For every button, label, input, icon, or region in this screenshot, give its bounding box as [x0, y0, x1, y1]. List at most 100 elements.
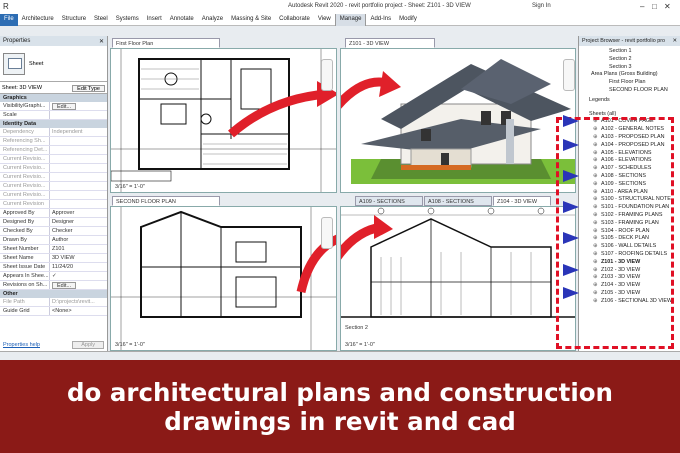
property-name: Sheet Issue Date — [0, 263, 50, 271]
tab-z104-3d-view[interactable]: Z104 - 3D VIEW — [493, 196, 551, 206]
property-value[interactable] — [50, 173, 107, 181]
close-icon[interactable]: ✕ — [664, 2, 671, 11]
property-value[interactable]: 3D VIEW — [50, 254, 107, 262]
building-section-drawing — [327, 207, 575, 318]
property-row[interactable]: Drawn By Author — [0, 236, 107, 245]
property-row[interactable]: Sheet Issue Date 11/24/20 — [0, 263, 107, 272]
property-value[interactable]: ✓ — [50, 272, 107, 280]
property-value[interactable] — [50, 164, 107, 172]
property-row[interactable]: Dependency Independent — [0, 128, 107, 137]
3d-view[interactable] — [327, 48, 576, 193]
browser-item-area-plans[interactable]: Area Plans (Gross Building) — [591, 71, 658, 77]
property-row[interactable]: Designed By Designer — [0, 218, 107, 227]
property-value[interactable] — [50, 137, 107, 145]
group-graphics[interactable]: Graphics — [0, 94, 107, 102]
section-view[interactable]: Section 2 3/16" = 1'-0" — [327, 206, 576, 351]
property-row[interactable]: Current Revisio... — [0, 182, 107, 191]
tab-a108-sections[interactable]: A108 - SECTIONS — [424, 196, 492, 206]
property-row[interactable]: Checked By Checker — [0, 227, 107, 236]
property-row[interactable]: Scale — [0, 111, 107, 120]
property-row[interactable]: Revisions on Sh... Edit... — [0, 281, 107, 290]
property-value[interactable]: Z101 — [50, 245, 107, 253]
tab-systems[interactable]: Systems — [112, 14, 143, 26]
close-icon[interactable]: ✕ — [99, 38, 104, 45]
property-value[interactable]: Author — [50, 236, 107, 244]
property-value[interactable]: 11/24/20 — [50, 263, 107, 271]
type-selector[interactable]: Sheet: 3D VIEW — [2, 85, 42, 91]
tab-architecture[interactable]: Architecture — [18, 14, 58, 26]
edit-button[interactable]: Edit... — [52, 103, 77, 110]
tab-insert[interactable]: Insert — [143, 14, 166, 26]
browser-item-section[interactable]: Section 2 — [609, 56, 631, 62]
apply-button[interactable]: Apply — [72, 341, 104, 349]
property-value[interactable] — [50, 182, 107, 190]
properties-help-link[interactable]: Properties help — [3, 342, 40, 348]
property-value[interactable] — [50, 191, 107, 199]
property-row[interactable]: Current Revisio... — [0, 155, 107, 164]
second-floor-plan-view[interactable]: 3/16" = 1'-0" — [110, 206, 345, 351]
tab-second-floor-plan[interactable]: SECOND FLOOR PLAN — [112, 196, 220, 206]
property-value[interactable]: Independent — [50, 128, 107, 136]
property-row[interactable]: Current Revisio... — [0, 164, 107, 173]
group-other[interactable]: Other — [0, 290, 107, 298]
property-value[interactable]: Designer — [50, 218, 107, 226]
property-value[interactable]: Checker — [50, 227, 107, 235]
sign-in-button[interactable]: Sign In — [532, 3, 551, 9]
tab-massing-site[interactable]: Massing & Site — [227, 14, 275, 26]
property-row[interactable]: Current Revisio... — [0, 191, 107, 200]
navigation-bar[interactable] — [563, 59, 575, 91]
property-row[interactable]: Current Revision — [0, 200, 107, 209]
first-floor-plan-view[interactable]: 3/16" = 1'-0" — [110, 48, 339, 193]
property-row[interactable]: Current Revisio... — [0, 173, 107, 182]
property-value[interactable]: <None> — [50, 307, 107, 315]
tab-a109-sections[interactable]: A109 - SECTIONS — [355, 196, 423, 206]
tab-manage[interactable]: Manage — [334, 14, 367, 26]
property-value[interactable] — [50, 200, 107, 208]
edit-type-button[interactable]: Edit Type — [72, 84, 105, 92]
property-row[interactable]: Referencing Sh... — [0, 137, 107, 146]
browser-item-area-plan[interactable]: SECOND FLOOR PLAN — [609, 87, 668, 93]
property-row[interactable]: Sheet Name 3D VIEW — [0, 254, 107, 263]
browser-item-legends[interactable]: Legends — [589, 97, 610, 103]
property-row[interactable]: Referencing Det... — [0, 146, 107, 155]
group-identity-data[interactable]: Identity Data — [0, 120, 107, 128]
tab-first-floor-plan[interactable]: First Floor Plan — [112, 38, 220, 48]
navigation-bar[interactable] — [321, 217, 333, 249]
browser-item-section[interactable]: Section 1 — [609, 48, 631, 54]
tab-steel[interactable]: Steel — [90, 14, 112, 26]
tab-annotate[interactable]: Annotate — [166, 14, 198, 26]
tab-view[interactable]: View — [314, 14, 335, 26]
navigation-bar[interactable] — [321, 59, 333, 91]
property-value[interactable]: Edit... — [50, 102, 107, 110]
property-row[interactable]: Sheet Number Z101 — [0, 245, 107, 254]
browser-item-area-plan[interactable]: First Floor Plan — [609, 79, 646, 85]
view-scale[interactable]: 3/16" = 1'-0" — [345, 342, 375, 348]
edit-button[interactable]: Edit... — [52, 282, 77, 289]
property-value[interactable] — [50, 155, 107, 163]
property-value[interactable] — [50, 146, 107, 154]
maximize-icon[interactable]: □ — [652, 2, 657, 11]
property-row[interactable]: File Path D:\projects\revit... — [0, 298, 107, 307]
view-scale[interactable]: 3/16" = 1'-0" — [115, 342, 145, 348]
tab-modify[interactable]: Modify — [395, 14, 421, 26]
property-row[interactable]: Visibility/Graphi... Edit... — [0, 102, 107, 111]
close-icon[interactable]: ✕ — [672, 38, 677, 44]
browser-item-sheets-all[interactable]: Sheets (all) — [589, 111, 616, 117]
property-value[interactable]: D:\projects\revit... — [50, 298, 107, 306]
view-scale[interactable]: 3/16" = 1'-0" — [115, 184, 145, 190]
property-row[interactable]: Appears In Shee... ✓ — [0, 272, 107, 281]
property-value[interactable]: Edit... — [50, 281, 107, 289]
tab-file[interactable]: File — [0, 14, 18, 26]
tab-collaborate[interactable]: Collaborate — [275, 14, 314, 26]
tab-structure[interactable]: Structure — [58, 14, 90, 26]
browser-item-section[interactable]: Section 3 — [609, 64, 631, 70]
property-row[interactable]: Guide Grid <None> — [0, 307, 107, 316]
property-row[interactable]: Approved By Approver — [0, 209, 107, 218]
tab-z101-3d-view[interactable]: Z101 - 3D VIEW — [345, 38, 435, 48]
tab-analyze[interactable]: Analyze — [198, 14, 227, 26]
property-value[interactable]: Approver — [50, 209, 107, 217]
tab-add-ins[interactable]: Add-Ins — [366, 14, 395, 26]
revit-logo-icon[interactable]: R — [3, 2, 9, 11]
property-value[interactable] — [50, 111, 107, 119]
minimize-icon[interactable]: – — [640, 2, 644, 11]
